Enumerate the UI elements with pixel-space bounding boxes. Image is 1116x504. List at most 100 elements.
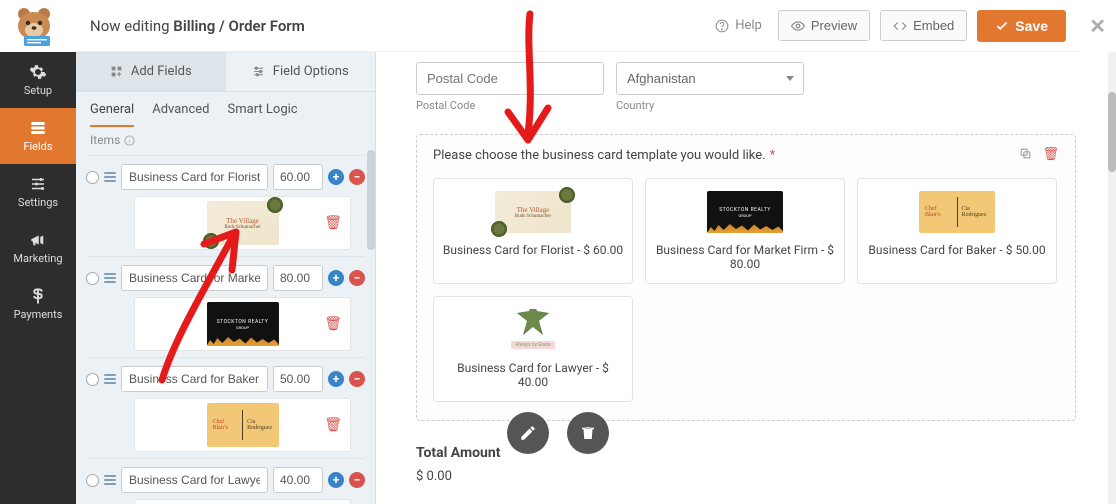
list-item: + − Always by Grace xyxy=(86,458,365,504)
drag-handle-icon[interactable] xyxy=(104,374,116,384)
nav-payments[interactable]: Payments xyxy=(0,276,76,332)
item-name-input[interactable] xyxy=(121,467,268,493)
item-name-input[interactable] xyxy=(121,164,268,190)
app-logo xyxy=(10,4,58,46)
sliders-icon xyxy=(28,175,48,193)
edit-field-button[interactable] xyxy=(507,412,549,454)
remove-item-button[interactable]: − xyxy=(349,472,365,488)
save-button[interactable]: Save xyxy=(977,10,1066,42)
template-option-baker[interactable]: Chef Blair'sCia Rodriguez Business Card … xyxy=(857,178,1057,284)
item-name-input[interactable] xyxy=(121,265,268,291)
preview-scrollbar[interactable] xyxy=(1108,52,1116,504)
close-button[interactable]: ✕ xyxy=(1089,14,1106,38)
tab-label: Field Options xyxy=(273,64,349,79)
pencil-icon xyxy=(519,424,537,442)
option-thumb: Always by Grace xyxy=(495,309,571,351)
item-price-input[interactable] xyxy=(273,265,323,291)
nav-setup[interactable]: Setup xyxy=(0,52,76,108)
template-chooser-field[interactable]: Please choose the business card template… xyxy=(416,134,1076,421)
now-editing-label: Now editing Billing / Order Form xyxy=(90,17,305,35)
template-option-market[interactable]: STOCKTON REALTYGROUP Business Card for M… xyxy=(645,178,845,284)
nav-label: Fields xyxy=(23,140,52,153)
remove-item-button[interactable]: − xyxy=(349,169,365,185)
dollar-icon xyxy=(28,287,48,305)
subtab-smart-logic[interactable]: Smart Logic xyxy=(228,102,298,127)
top-header: Now editing Billing / Order Form Help Pr… xyxy=(76,0,1080,52)
country-sublabel: Country xyxy=(616,99,804,112)
item-price-input[interactable] xyxy=(273,467,323,493)
panel-scrollbar[interactable] xyxy=(367,150,375,250)
remove-item-button[interactable]: − xyxy=(349,371,365,387)
nav-label: Setup xyxy=(24,84,52,97)
item-thumbnail-row: STOCKTON REALTYGROUP 🗑 xyxy=(134,297,351,351)
item-thumbnail-row: Always by Grace xyxy=(134,499,351,504)
item-radio[interactable] xyxy=(86,373,99,386)
nav-label: Marketing xyxy=(13,252,62,265)
grid-add-icon xyxy=(110,65,123,78)
fields-panel: Add Fields Field Options General Advance… xyxy=(76,52,376,504)
save-label: Save xyxy=(1015,18,1048,34)
form-preview: Postal Code Afghanistan Country Please c… xyxy=(376,52,1106,504)
thumb-florist: The VillageBuds Schumacher xyxy=(207,201,279,245)
remove-item-button[interactable]: − xyxy=(349,270,365,286)
delete-image-icon[interactable]: 🗑 xyxy=(324,417,342,433)
nav-settings[interactable]: Settings xyxy=(0,164,76,220)
add-item-button[interactable]: + xyxy=(328,371,344,387)
code-icon xyxy=(893,19,907,33)
item-thumbnail-row: The VillageBuds Schumacher 🗑 xyxy=(134,196,351,250)
left-nav: Setup Fields Settings Marketing Payments xyxy=(0,52,76,504)
delete-field-icon[interactable]: 🗑 xyxy=(1042,147,1059,164)
delete-image-icon[interactable]: 🗑 xyxy=(324,316,342,332)
form-icon xyxy=(28,119,48,137)
option-label: Business Card for Baker - $ 50.00 xyxy=(868,243,1045,257)
delete-image-icon[interactable]: 🗑 xyxy=(324,215,342,231)
drag-handle-icon[interactable] xyxy=(104,475,116,485)
thumb-market: STOCKTON REALTYGROUP xyxy=(207,302,279,346)
item-price-input[interactable] xyxy=(273,366,323,392)
drag-handle-icon[interactable] xyxy=(104,172,116,182)
help-link[interactable]: Help xyxy=(709,12,768,39)
drag-handle-icon[interactable] xyxy=(104,273,116,283)
template-option-florist[interactable]: The VillageBuds Schumacher Business Card… xyxy=(433,178,633,284)
country-select[interactable]: Afghanistan xyxy=(616,62,804,95)
item-name-input[interactable] xyxy=(121,366,268,392)
subtab-advanced[interactable]: Advanced xyxy=(152,102,209,127)
item-price-input[interactable] xyxy=(273,164,323,190)
subtab-general[interactable]: General xyxy=(90,102,134,127)
template-option-lawyer[interactable]: Always by Grace Business Card for Lawyer… xyxy=(433,296,633,402)
preview-button[interactable]: Preview xyxy=(778,10,870,41)
chooser-label: Please choose the business card template… xyxy=(433,148,766,163)
tab-add-fields[interactable]: Add Fields xyxy=(76,52,226,92)
nav-fields[interactable]: Fields xyxy=(0,108,76,164)
duplicate-field-icon[interactable] xyxy=(1019,147,1032,164)
item-radio[interactable] xyxy=(86,171,99,184)
option-thumb: The VillageBuds Schumacher xyxy=(495,191,571,233)
option-label: Business Card for Lawyer - $ 40.00 xyxy=(442,361,624,389)
embed-button[interactable]: Embed xyxy=(880,10,967,41)
gear-icon xyxy=(28,63,48,81)
add-item-button[interactable]: + xyxy=(328,169,344,185)
option-thumb: Chef Blair'sCia Rodriguez xyxy=(919,191,995,233)
tab-label: Add Fields xyxy=(131,64,192,79)
items-scroll[interactable]: + − The VillageBuds Schumacher 🗑 + − STO… xyxy=(76,155,375,504)
add-item-button[interactable]: + xyxy=(328,472,344,488)
item-radio[interactable] xyxy=(86,474,99,487)
option-label: Business Card for Florist - $ 60.00 xyxy=(443,243,623,257)
item-radio[interactable] xyxy=(86,272,99,285)
postal-code-input[interactable] xyxy=(416,62,604,95)
embed-label: Embed xyxy=(913,18,954,33)
megaphone-icon xyxy=(28,231,48,249)
list-item: + − The VillageBuds Schumacher 🗑 xyxy=(86,155,365,256)
tab-field-options[interactable]: Field Options xyxy=(226,52,376,92)
options-icon xyxy=(252,65,265,78)
items-label: Items xyxy=(76,127,375,155)
add-item-button[interactable]: + xyxy=(328,270,344,286)
trash-icon xyxy=(579,424,597,442)
trash-field-button[interactable] xyxy=(567,412,609,454)
nav-marketing[interactable]: Marketing xyxy=(0,220,76,276)
thumb-baker: Chef Blair'sCia Rodriguez xyxy=(207,403,279,447)
nav-label: Settings xyxy=(18,196,58,209)
now-editing-prefix: Now editing xyxy=(90,17,173,35)
preview-label: Preview xyxy=(811,18,857,33)
total-value: $ 0.00 xyxy=(416,469,1076,484)
